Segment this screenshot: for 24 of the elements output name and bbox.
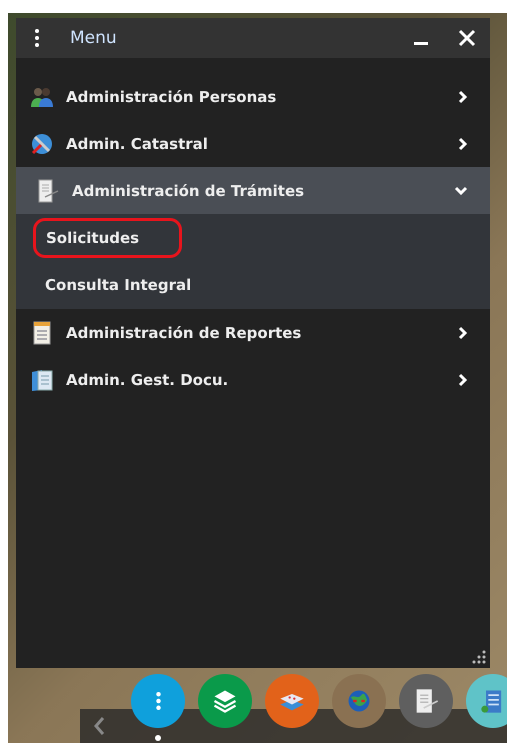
chevron-right-icon xyxy=(458,326,468,340)
menu-item[interactable]: Administración de Trámites xyxy=(16,167,490,214)
menu-item[interactable]: Admin. Catastral xyxy=(16,120,490,167)
globe-wrench-icon xyxy=(30,132,54,156)
submenu-item[interactable]: Solicitudes xyxy=(33,218,182,258)
window-title: Menu xyxy=(70,28,118,48)
document-pen-icon xyxy=(36,178,60,202)
chevron-right-icon xyxy=(458,90,468,104)
more-icon xyxy=(34,28,40,48)
menu-item[interactable]: Administración de Reportes xyxy=(16,309,490,356)
minimize-icon xyxy=(414,42,428,44)
chevron-down-icon xyxy=(454,186,468,196)
chevron-right-icon xyxy=(458,372,468,386)
submenu-item[interactable]: Consulta Integral xyxy=(33,266,234,304)
chevron-right-icon xyxy=(458,136,468,150)
close-icon xyxy=(458,29,476,47)
close-button[interactable] xyxy=(458,29,476,47)
resize-grip-icon xyxy=(472,650,486,664)
more-button[interactable] xyxy=(34,28,40,48)
minimize-button[interactable] xyxy=(414,42,428,44)
more-icon xyxy=(156,692,160,710)
menu-item[interactable]: Administración Personas xyxy=(16,73,490,120)
folder-icon xyxy=(30,368,54,392)
menu-item[interactable]: Admin. Gest. Docu. xyxy=(16,356,490,403)
